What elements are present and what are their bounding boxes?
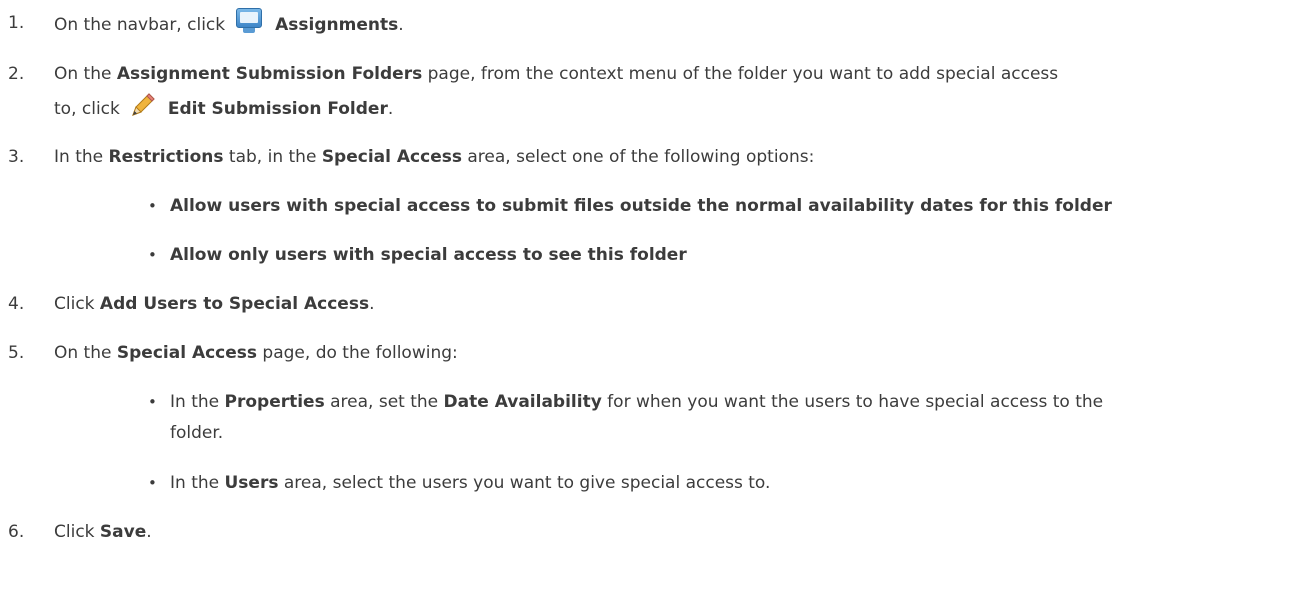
users-label: Users bbox=[224, 473, 279, 493]
bullet-glyph: • bbox=[148, 393, 157, 411]
add-users-to-special-access-label: Add Users to Special Access bbox=[99, 294, 370, 314]
step-number: 3. bbox=[8, 147, 25, 167]
step-text: to, click Edit Submission Folder. bbox=[54, 92, 1289, 124]
date-availability-label: Date Availability bbox=[443, 392, 602, 412]
step-text-segment: . bbox=[387, 99, 394, 119]
edit-submission-folder-label: Edit Submission Folder bbox=[167, 99, 388, 119]
step-number: 1. bbox=[8, 13, 25, 33]
sub-step-segment: In the bbox=[170, 392, 225, 412]
instruction-document: 1. On the navbar, click Assignments. 2. O… bbox=[0, 0, 1299, 604]
special-access-label: Special Access bbox=[116, 343, 258, 363]
bullet-glyph: • bbox=[148, 197, 157, 215]
bullet-glyph: • bbox=[148, 246, 157, 264]
restrictions-label: Restrictions bbox=[108, 147, 224, 167]
step-text-segment: On the bbox=[54, 64, 117, 84]
step-text: On the Assignment Submission Folders pag… bbox=[54, 59, 1289, 89]
step-text-segment: area, select one of the following option… bbox=[461, 147, 815, 167]
step-number: 2. bbox=[8, 64, 25, 84]
monitor-icon bbox=[235, 8, 263, 34]
step-text-segment: Click bbox=[54, 522, 100, 542]
step-text-segment: page, from the context menu of the folde… bbox=[422, 64, 1059, 84]
step-text-segment: Click bbox=[54, 294, 100, 314]
step-text: On the Special Access page, do the follo… bbox=[54, 338, 1289, 368]
step-number: 4. bbox=[8, 294, 25, 314]
step-text: Click Save. bbox=[54, 517, 1289, 547]
bullet-glyph: • bbox=[148, 474, 157, 492]
special-access-label: Special Access bbox=[321, 147, 462, 167]
assignment-submission-folders-label: Assignment Submission Folders bbox=[116, 64, 423, 84]
option-submit-outside-dates: Allow users with special access to submi… bbox=[170, 196, 1112, 216]
sub-step-text: folder. bbox=[170, 418, 1289, 448]
option-text: Allow only users with special access to … bbox=[170, 240, 1289, 270]
sub-step-segment: folder. bbox=[170, 423, 224, 443]
step-text-segment: On the bbox=[54, 343, 117, 363]
sub-step-segment: area, select the users you want to give … bbox=[278, 473, 771, 493]
step-text-segment: page, do the following: bbox=[257, 343, 458, 363]
step-text-segment: . bbox=[146, 522, 152, 542]
save-label: Save bbox=[99, 522, 147, 542]
step-text-segment: In the bbox=[54, 147, 109, 167]
step-text-segment: . bbox=[398, 15, 404, 35]
step-number: 5. bbox=[8, 343, 25, 363]
sub-step-segment: area, set the bbox=[324, 392, 444, 412]
sub-step-text: In the Properties area, set the Date Ava… bbox=[170, 387, 1289, 417]
step-number: 6. bbox=[8, 522, 25, 542]
assignments-label: Assignments bbox=[275, 15, 399, 35]
properties-label: Properties bbox=[224, 392, 325, 412]
sub-step-text: In the Users area, select the users you … bbox=[170, 468, 1289, 498]
step-text-segment: On the navbar, click bbox=[54, 15, 226, 35]
sub-step-segment: for when you want the users to have spec… bbox=[601, 392, 1104, 412]
step-text: In the Restrictions tab, in the Special … bbox=[54, 142, 1289, 172]
step-text: Click Add Users to Special Access. bbox=[54, 289, 1289, 319]
step-text-segment: tab, in the bbox=[223, 147, 322, 167]
sub-step-segment: In the bbox=[170, 473, 225, 493]
step-text-segment: . bbox=[369, 294, 375, 314]
step-text-segment: to, click bbox=[54, 99, 120, 119]
pencil-icon bbox=[130, 92, 156, 118]
step-text: On the navbar, click Assignments. bbox=[54, 8, 1289, 40]
option-only-special-access: Allow only users with special access to … bbox=[170, 245, 687, 265]
option-text: Allow users with special access to submi… bbox=[170, 191, 1289, 221]
